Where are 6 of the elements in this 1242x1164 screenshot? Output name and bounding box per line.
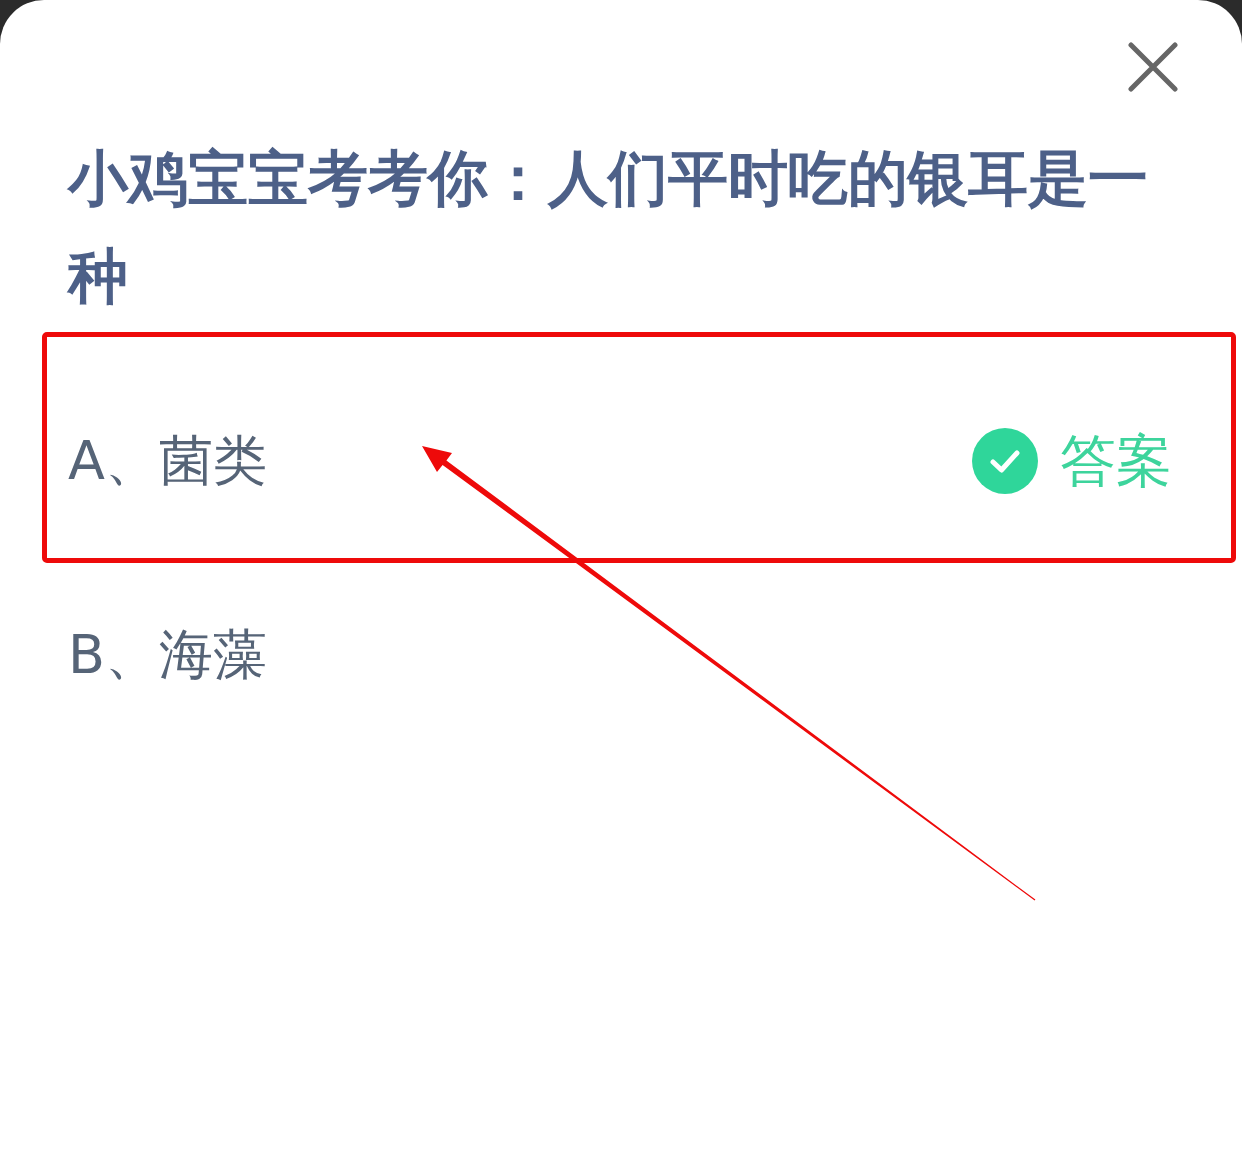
close-icon bbox=[1128, 42, 1178, 92]
question-title: 小鸡宝宝考考你：人们平时吃的银耳是一种 bbox=[68, 142, 1149, 313]
option-label[interactable]: A、菌类 bbox=[68, 429, 267, 493]
close-button[interactable] bbox=[1128, 42, 1178, 92]
answer-tag: 答案 bbox=[1060, 429, 1172, 493]
option-label[interactable]: B、海藻 bbox=[68, 623, 268, 687]
